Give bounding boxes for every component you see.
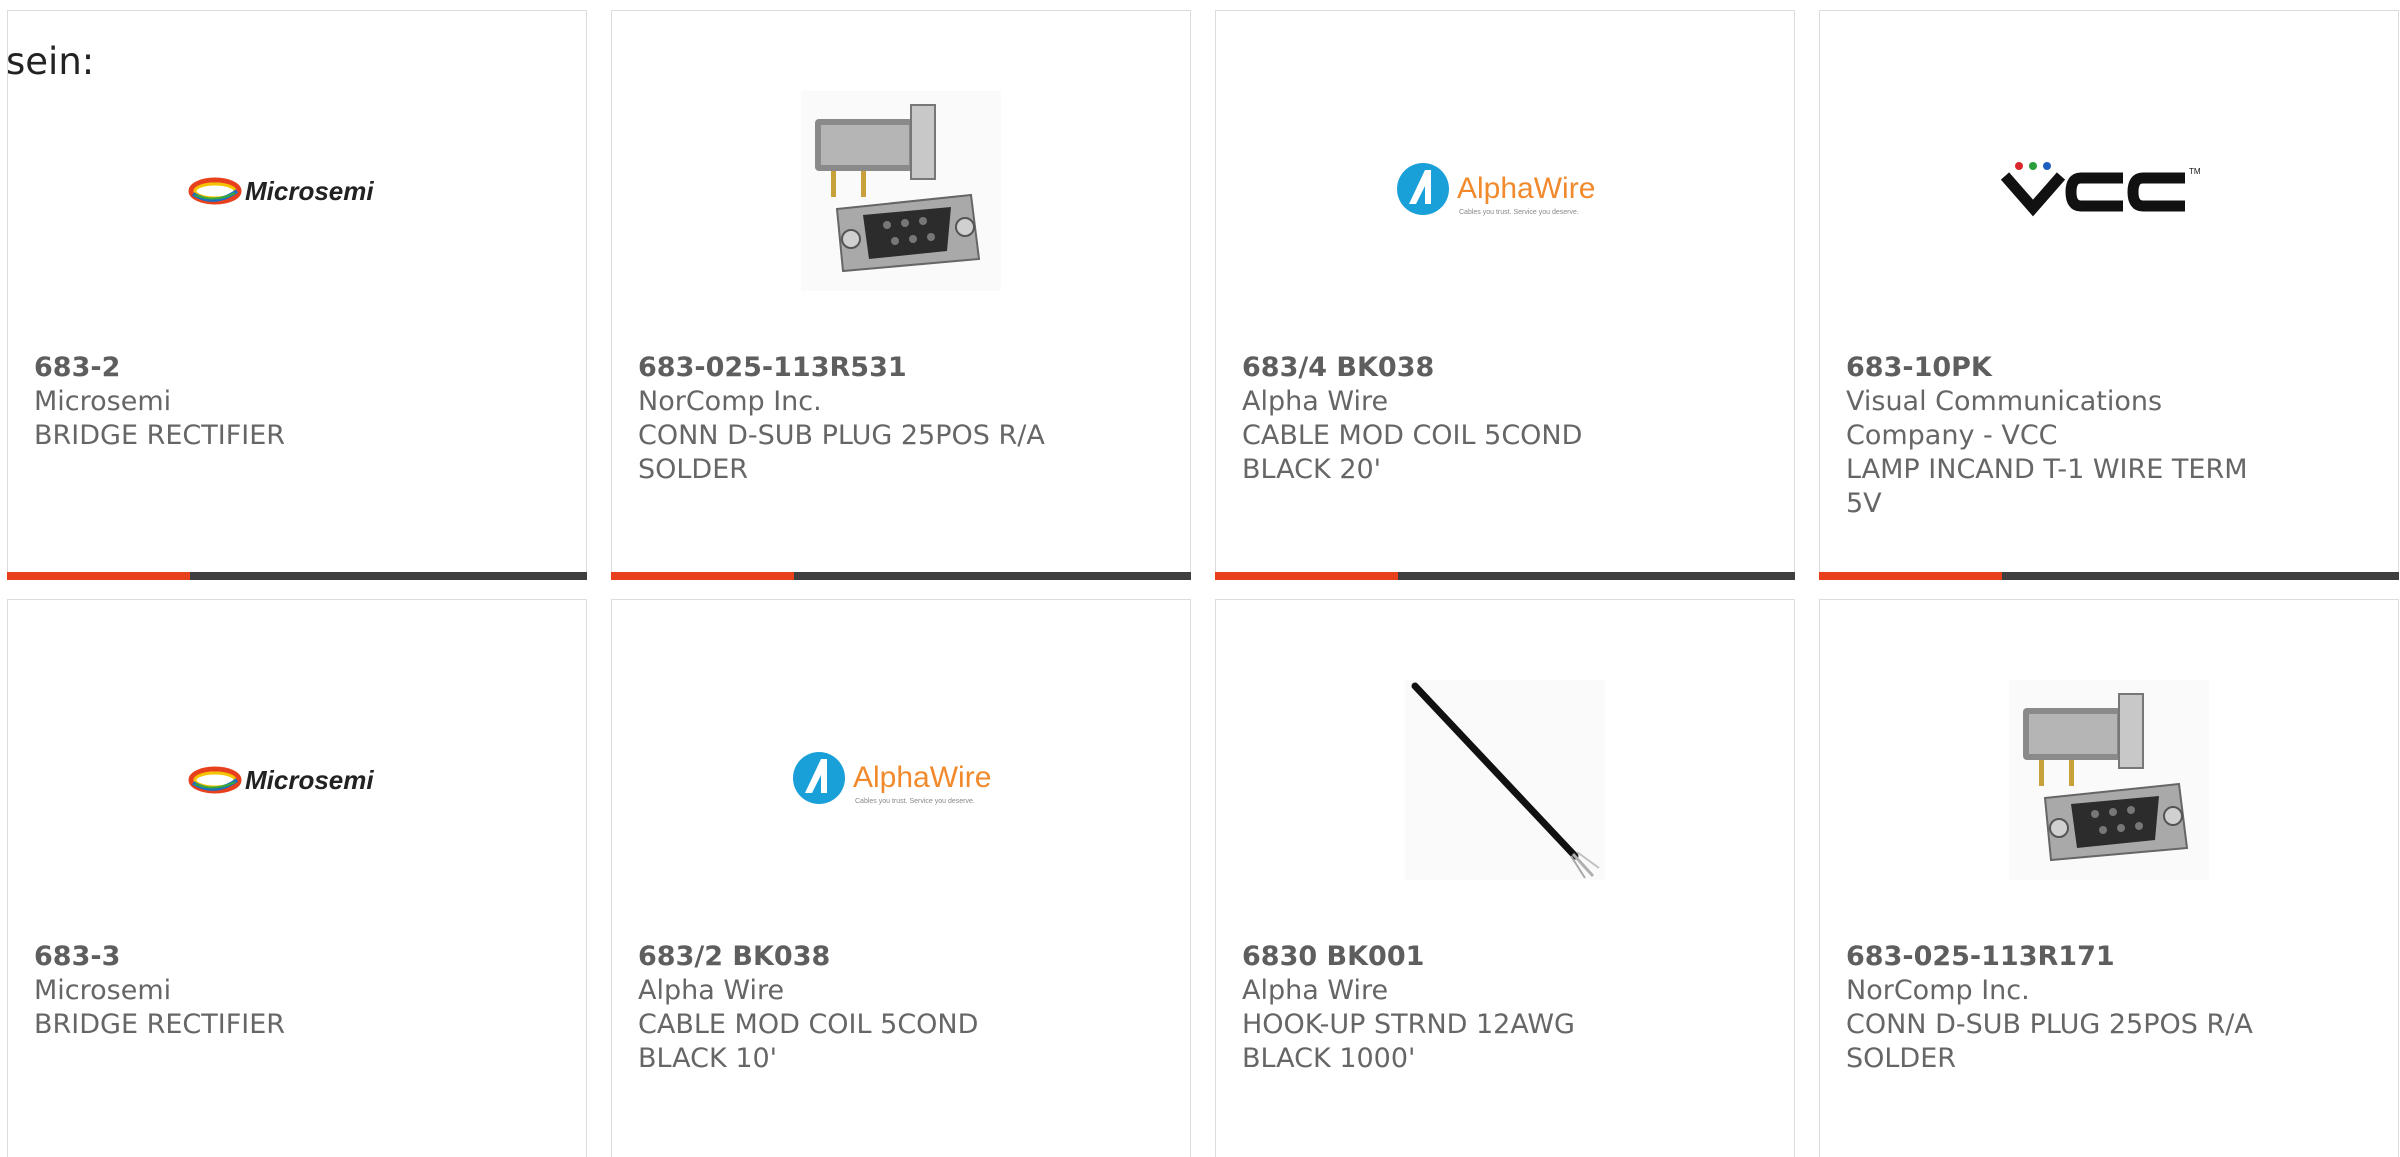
alphawire-logo: AlphaWire Cables you trust. Service you … [793,752,991,805]
manufacturer: Microsemi [34,975,172,1006]
vcc-logo: TM [2000,162,2201,217]
part-number[interactable]: 683-2 [34,351,454,385]
description: HOOK-UP STRND 12AWG BLACK 1000' [1242,1009,1575,1074]
logo-tagline: Cables you trust. Service you deserve. [1459,209,1579,216]
card-accent-bar [1819,572,2399,580]
description: CABLE MOD COIL 5COND BLACK 10' [638,1009,979,1074]
logo-text: AlphaWire [853,761,991,794]
svg-text:TM: TM [2189,167,2201,176]
product-image[interactable] [1216,660,1794,900]
product-image[interactable] [1820,660,2398,900]
description: LAMP INCAND T-1 WIRE TERM 5V [1846,454,2248,519]
manufacturer: Visual Communications Company - VCC [1846,386,2163,451]
black-wire-photo [1405,680,1605,880]
dsub-connector-photo [2009,680,2209,880]
microsemi-logo: Microsemi [188,765,374,795]
product-card[interactable]: 683-025-113R531 NorComp Inc. CONN D-SUB … [611,10,1191,580]
product-info: 683-3 Microsemi BRIDGE RECTIFIER [34,940,454,1042]
product-info: 683/2 BK038 Alpha Wire CABLE MOD COIL 5C… [638,940,1058,1076]
manufacturer: Alpha Wire [1242,386,1389,417]
product-image[interactable]: TM [1820,71,2398,311]
manufacturer: Alpha Wire [638,975,785,1006]
product-image[interactable]: AlphaWire Cables you trust. Service you … [612,660,1190,900]
product-card[interactable]: Microsemi 683-3 Microsemi BRIDGE RECTIFI… [7,599,587,1157]
logo-text: Microsemi [245,765,374,795]
product-info: 6830 BK001 Alpha Wire HOOK-UP STRND 12AW… [1242,940,1662,1076]
product-image[interactable]: AlphaWire Cables you trust. Service you … [1216,71,1794,311]
logo-text: AlphaWire [1457,172,1595,205]
description: BRIDGE RECTIFIER [34,420,286,451]
product-info: 683-10PK Visual Communications Company -… [1846,351,2266,521]
product-info: 683-025-113R531 NorComp Inc. CONN D-SUB … [638,351,1058,487]
manufacturer: Microsemi [34,386,172,417]
part-number[interactable]: 683-10PK [1846,351,2266,385]
product-card[interactable]: 683-025-113R171 NorComp Inc. CONN D-SUB … [1819,599,2399,1157]
manufacturer: NorComp Inc. [638,386,822,417]
part-number[interactable]: 683-3 [34,940,454,974]
product-card[interactable]: AlphaWire Cables you trust. Service you … [1215,10,1795,580]
logo-text: Microsemi [245,176,374,206]
part-number[interactable]: 683/2 BK038 [638,940,1058,974]
product-info: 683-2 Microsemi BRIDGE RECTIFIER [34,351,454,453]
part-number[interactable]: 683/4 BK038 [1242,351,1662,385]
dsub-connector-photo [801,91,1001,291]
product-info: 683/4 BK038 Alpha Wire CABLE MOD COIL 5C… [1242,351,1662,487]
product-card[interactable]: TM 683-10PK Visual Communications Compan… [1819,10,2399,580]
logo-tagline: Cables you trust. Service you deserve. [855,798,975,805]
card-accent-bar [1215,572,1795,580]
product-image[interactable] [612,71,1190,311]
product-grid-page: sein: Microsemi 683-2 Microsemi BRIDGE R… [0,0,2400,1157]
part-number[interactable]: 683-025-113R171 [1846,940,2266,974]
description: CONN D-SUB PLUG 25POS R/A SOLDER [1846,1009,2253,1074]
intro-text: sein: [6,40,95,83]
product-card[interactable]: Microsemi 683-2 Microsemi BRIDGE RECTIFI… [7,10,587,580]
description: CONN D-SUB PLUG 25POS R/A SOLDER [638,420,1045,485]
card-accent-bar [7,572,587,580]
product-card[interactable]: 6830 BK001 Alpha Wire HOOK-UP STRND 12AW… [1215,599,1795,1157]
part-number[interactable]: 683-025-113R531 [638,351,1058,385]
microsemi-logo: Microsemi [188,176,374,206]
description: CABLE MOD COIL 5COND BLACK 20' [1242,420,1583,485]
card-accent-bar [611,572,1191,580]
alphawire-logo: AlphaWire Cables you trust. Service you … [1397,163,1595,216]
product-image[interactable]: Microsemi [8,71,586,311]
manufacturer: Alpha Wire [1242,975,1389,1006]
product-image[interactable]: Microsemi [8,660,586,900]
product-card[interactable]: AlphaWire Cables you trust. Service you … [611,599,1191,1157]
product-info: 683-025-113R171 NorComp Inc. CONN D-SUB … [1846,940,2266,1076]
description: BRIDGE RECTIFIER [34,1009,286,1040]
part-number[interactable]: 6830 BK001 [1242,940,1662,974]
manufacturer: NorComp Inc. [1846,975,2030,1006]
